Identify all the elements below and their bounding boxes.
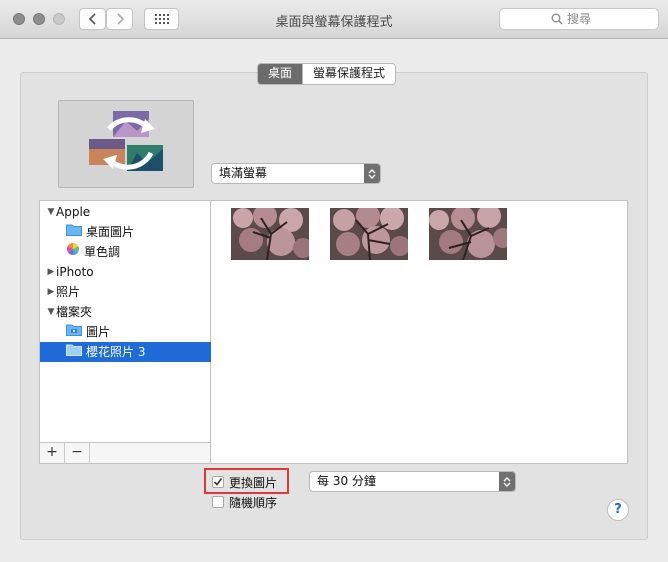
tab-screen-saver[interactable]: 螢幕保護程式: [303, 64, 395, 84]
folder-icon: [66, 342, 82, 362]
disclosure-down-icon[interactable]: ▼: [46, 202, 56, 222]
picture-thumbnail[interactable]: [231, 208, 309, 260]
source-list: ▼ Apple 桌面圖片 單色調 ▶ iPhoto ▶ 照片 ▼ 檔案夾 圖片 …: [39, 200, 236, 464]
sidebar-item-label: 照片: [56, 285, 81, 299]
interval-value: 每 30 分鐘: [317, 474, 376, 488]
random-order-label[interactable]: 隨機順序: [229, 494, 277, 511]
random-order-checkbox[interactable]: [212, 496, 224, 508]
disclosure-down-icon[interactable]: ▼: [46, 302, 56, 322]
sidebar-item-desktop-pictures[interactable]: 桌面圖片: [40, 222, 236, 242]
sidebar-item-label: 桌面圖片: [86, 225, 135, 239]
list-toolbar: + −: [40, 442, 210, 463]
change-picture-checkbox[interactable]: [212, 476, 224, 488]
tab-desktop[interactable]: 桌面: [258, 64, 303, 84]
fill-mode-select[interactable]: 填滿螢幕: [211, 163, 381, 184]
sidebar-item-label: iPhoto: [56, 265, 94, 279]
sidebar-item-solid-colors[interactable]: 單色調: [40, 242, 236, 262]
search-field[interactable]: [499, 8, 659, 30]
picture-thumbnail[interactable]: [429, 208, 507, 260]
checkmark-icon: [213, 478, 223, 486]
search-icon: [551, 13, 563, 25]
interval-select[interactable]: 每 30 分鐘: [309, 471, 516, 492]
disclosure-right-icon[interactable]: ▶: [46, 282, 56, 302]
sidebar-item-apple[interactable]: ▼ Apple: [40, 202, 210, 222]
search-input[interactable]: [567, 12, 607, 26]
updown-arrows-icon: [364, 164, 380, 183]
sidebar-item-label: 檔案夾: [56, 305, 93, 319]
picture-thumbnail[interactable]: [330, 208, 408, 260]
desktop-preview: [58, 100, 194, 188]
tab-bar: 桌面 螢幕保護程式: [257, 63, 397, 85]
cherry-blossom-image: [330, 208, 408, 260]
sidebar-item-label: 櫻花照片 3: [86, 345, 146, 359]
rotating-pictures-icon: [89, 111, 163, 171]
sidebar-item-label: Apple: [56, 205, 91, 219]
sidebar-item-photos[interactable]: ▶ 照片: [40, 282, 210, 302]
folder-icon: [66, 222, 82, 242]
disclosure-right-icon[interactable]: ▶: [46, 262, 56, 282]
sidebar-item-iphoto[interactable]: ▶ iPhoto: [40, 262, 210, 282]
sidebar-item-label: 圖片: [86, 325, 111, 339]
help-button[interactable]: ?: [607, 499, 629, 521]
updown-arrows-icon: [499, 472, 515, 491]
add-folder-button[interactable]: +: [40, 443, 65, 463]
cherry-blossom-image: [231, 208, 309, 260]
change-picture-label[interactable]: 更換圖片: [229, 474, 277, 491]
camera-folder-icon: [66, 322, 82, 342]
picture-grid: [211, 200, 628, 464]
sidebar-item-folders[interactable]: ▼ 檔案夾: [40, 302, 210, 322]
title-bar: 桌面與螢幕保護程式: [0, 0, 668, 39]
fill-mode-value: 填滿螢幕: [219, 166, 268, 180]
color-wheel-icon: [66, 242, 80, 262]
remove-folder-button[interactable]: −: [65, 443, 90, 463]
sidebar-item-pictures[interactable]: 圖片: [40, 322, 236, 342]
cherry-blossom-image: [429, 208, 507, 260]
sidebar-item-cherry-blossom-3[interactable]: 櫻花照片 3: [40, 342, 236, 362]
sidebar-item-label: 單色調: [84, 245, 121, 259]
